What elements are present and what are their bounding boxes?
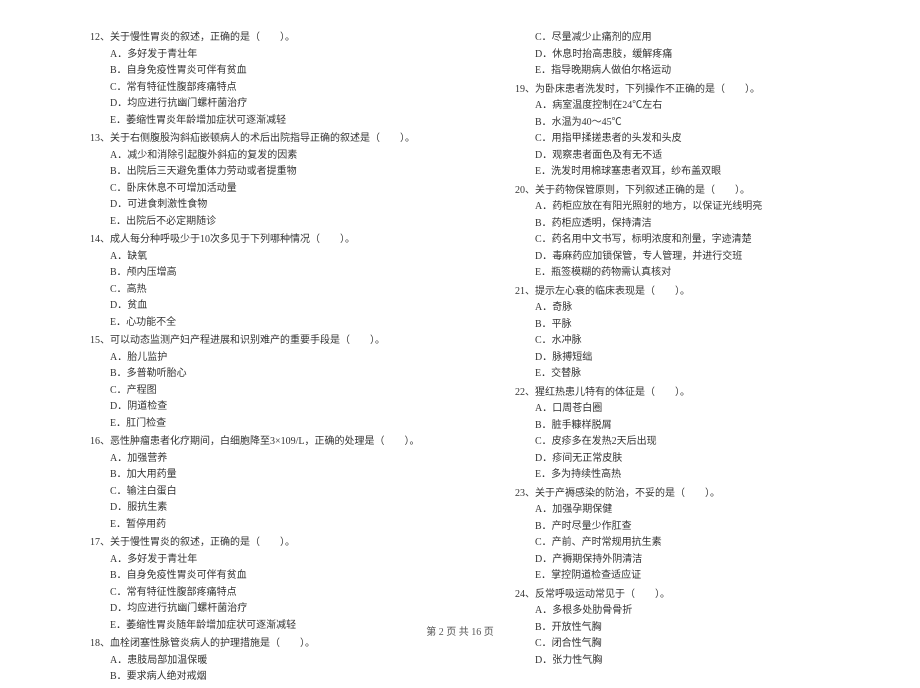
option-a: A．加强营养 xyxy=(90,451,435,468)
option-b: B．出院后三天避免重体力劳动或者提重物 xyxy=(90,164,435,181)
question-15: 15、可以动态监测产妇产程进展和识别难产的重要手段是（ ）。 A．胎儿监护 B．… xyxy=(90,333,435,432)
question-text: 16、恶性肿瘤患者化疗期间，白细胞降至3×109/L，正确的处理是（ ）。 xyxy=(90,434,435,451)
option-a: A．多好发于青壮年 xyxy=(90,552,435,569)
question-23: 23、关于产褥感染的防治，不妥的是（ ）。 A．加强孕期保健 B．产时尽量少作肛… xyxy=(515,486,860,585)
option-c: C．皮疹多在发热2天后出现 xyxy=(515,434,860,451)
right-column: C．尽量减少止痛剂的应用 D．休息时抬高患肢，缓解疼痛 E．指导晚期病人做伯尔格… xyxy=(515,30,860,688)
option-e: E．指导晚期病人做伯尔格运动 xyxy=(515,63,860,80)
question-13: 13、关于右侧腹股沟斜疝嵌顿病人的术后出院指导正确的叙述是（ ）。 A．减少和消… xyxy=(90,131,435,230)
option-d: D．毒麻药应加锁保管，专人管理，并进行交班 xyxy=(515,249,860,266)
option-d: D．张力性气胸 xyxy=(515,653,860,670)
option-e: E．交替脉 xyxy=(515,366,860,383)
question-text: 14、成人每分种呼吸少于10次多见于下列哪种情况（ ）。 xyxy=(90,232,435,249)
option-b: B．平脉 xyxy=(515,317,860,334)
option-d: D．均应进行抗幽门螺杆菌治疗 xyxy=(90,601,435,618)
question-17: 17、关于慢性胃炎的叙述，正确的是（ ）。 A．多好发于青壮年 B．自身免疫性胃… xyxy=(90,535,435,634)
option-e: E．肛门检查 xyxy=(90,416,435,433)
question-text: 17、关于慢性胃炎的叙述，正确的是（ ）。 xyxy=(90,535,435,552)
option-d: D．阴道检查 xyxy=(90,399,435,416)
option-c: C．高热 xyxy=(90,282,435,299)
option-e: E．心功能不全 xyxy=(90,315,435,332)
option-c: C．尽量减少止痛剂的应用 xyxy=(515,30,860,47)
option-e: E．瓶签模糊的药物需认真核对 xyxy=(515,265,860,282)
option-a: A．胎儿监护 xyxy=(90,350,435,367)
option-c: C．药名用中文书写，标明浓度和剂量，字迹清楚 xyxy=(515,232,860,249)
option-a: A．患肢局部加温保暖 xyxy=(90,653,435,670)
option-b: B．颅内压增高 xyxy=(90,265,435,282)
option-a: A．药柜应放在有阳光照射的地方，以保证光线明亮 xyxy=(515,199,860,216)
question-16: 16、恶性肿瘤患者化疗期间，白细胞降至3×109/L，正确的处理是（ ）。 A．… xyxy=(90,434,435,533)
option-a: A．减少和消除引起腹外斜疝的复发的因素 xyxy=(90,148,435,165)
option-c: C．闭合性气胸 xyxy=(515,636,860,653)
question-text: 18、血栓闭塞性脉管炎病人的护理措施是（ ）。 xyxy=(90,636,435,653)
option-e: E．萎缩性胃炎年龄增加症状可逐渐减轻 xyxy=(90,113,435,130)
option-a: A．多根多处肋骨骨折 xyxy=(515,603,860,620)
option-e: E．多为持续性高热 xyxy=(515,467,860,484)
option-e: E．洗发时用棉球塞患者双耳，纱布盖双眼 xyxy=(515,164,860,181)
question-20: 20、关于药物保管原则，下列叙述正确的是（ ）。 A．药柜应放在有阳光照射的地方… xyxy=(515,183,860,282)
option-c: C．用指甲揉搓患者的头发和头皮 xyxy=(515,131,860,148)
question-text: 24、反常呼吸运动常见于（ ）。 xyxy=(515,587,860,604)
option-a: A．多好发于青壮年 xyxy=(90,47,435,64)
option-d: D．可进食刺激性食物 xyxy=(90,197,435,214)
option-d: D．服抗生素 xyxy=(90,500,435,517)
option-b: B．产时尽量少作肛查 xyxy=(515,519,860,536)
option-a: A．病室温度控制在24℃左右 xyxy=(515,98,860,115)
option-c: C．输注白蛋白 xyxy=(90,484,435,501)
question-text: 23、关于产褥感染的防治，不妥的是（ ）。 xyxy=(515,486,860,503)
page-footer: 第 2 页 共 16 页 xyxy=(0,623,920,638)
left-column: 12、关于慢性胃炎的叙述，正确的是（ ）。 A．多好发于青壮年 B．自身免疫性胃… xyxy=(90,30,435,688)
option-b: B．自身免疫性胃炎可伴有贫血 xyxy=(90,63,435,80)
question-19: 19、为卧床患者洗发时，下列操作不正确的是（ ）。 A．病室温度控制在24℃左右… xyxy=(515,82,860,181)
question-21: 21、提示左心衰的临床表现是（ ）。 A．奇脉 B．平脉 C．水冲脉 D．脉搏短… xyxy=(515,284,860,383)
option-b: B．水温为40～45℃ xyxy=(515,115,860,132)
question-text: 15、可以动态监测产妇产程进展和识别难产的重要手段是（ ）。 xyxy=(90,333,435,350)
question-18-cont: C．尽量减少止痛剂的应用 D．休息时抬高患肢，缓解疼痛 E．指导晚期病人做伯尔格… xyxy=(515,30,860,80)
option-b: B．要求病人绝对戒烟 xyxy=(90,669,435,686)
option-b: B．多普勒听胎心 xyxy=(90,366,435,383)
option-b: B．脏手糠样脱屑 xyxy=(515,418,860,435)
option-a: A．加强孕期保健 xyxy=(515,502,860,519)
question-22: 22、猩红热患儿特有的体征是（ ）。 A．口周苍白圈 B．脏手糠样脱屑 C．皮疹… xyxy=(515,385,860,484)
question-text: 19、为卧床患者洗发时，下列操作不正确的是（ ）。 xyxy=(515,82,860,99)
option-d: D．休息时抬高患肢，缓解疼痛 xyxy=(515,47,860,64)
question-text: 22、猩红热患儿特有的体征是（ ）。 xyxy=(515,385,860,402)
option-c: C．产程图 xyxy=(90,383,435,400)
option-c: C．水冲脉 xyxy=(515,333,860,350)
option-c: C．产前、产时常规用抗生素 xyxy=(515,535,860,552)
question-12: 12、关于慢性胃炎的叙述，正确的是（ ）。 A．多好发于青壮年 B．自身免疫性胃… xyxy=(90,30,435,129)
option-b: B．加大用药量 xyxy=(90,467,435,484)
option-a: A．奇脉 xyxy=(515,300,860,317)
option-d: D．贫血 xyxy=(90,298,435,315)
option-e: E．掌控阴道检查适应证 xyxy=(515,568,860,585)
option-e: E．暂停用药 xyxy=(90,517,435,534)
question-text: 13、关于右侧腹股沟斜疝嵌顿病人的术后出院指导正确的叙述是（ ）。 xyxy=(90,131,435,148)
option-c: C．常有特征性腹部疼痛特点 xyxy=(90,585,435,602)
question-text: 12、关于慢性胃炎的叙述，正确的是（ ）。 xyxy=(90,30,435,47)
option-a: A．缺氧 xyxy=(90,249,435,266)
option-d: D．脉搏短绌 xyxy=(515,350,860,367)
option-b: B．药柜应透明，保持清洁 xyxy=(515,216,860,233)
option-d: D．疹间无正常皮肤 xyxy=(515,451,860,468)
option-e: E．出院后不必定期随诊 xyxy=(90,214,435,231)
question-18: 18、血栓闭塞性脉管炎病人的护理措施是（ ）。 A．患肢局部加温保暖 B．要求病… xyxy=(90,636,435,686)
option-b: B．自身免疫性胃炎可伴有贫血 xyxy=(90,568,435,585)
option-c: C．卧床休息不可增加活动量 xyxy=(90,181,435,198)
option-d: D．观察患者面色及有无不适 xyxy=(515,148,860,165)
question-text: 21、提示左心衰的临床表现是（ ）。 xyxy=(515,284,860,301)
question-text: 20、关于药物保管原则，下列叙述正确的是（ ）。 xyxy=(515,183,860,200)
exam-page: 12、关于慢性胃炎的叙述，正确的是（ ）。 A．多好发于青壮年 B．自身免疫性胃… xyxy=(0,0,920,688)
option-d: D．产褥期保持外阴清洁 xyxy=(515,552,860,569)
question-14: 14、成人每分种呼吸少于10次多见于下列哪种情况（ ）。 A．缺氧 B．颅内压增… xyxy=(90,232,435,331)
option-a: A．口周苍白圈 xyxy=(515,401,860,418)
option-d: D．均应进行抗幽门螺杆菌治疗 xyxy=(90,96,435,113)
option-c: C．常有特征性腹部疼痛特点 xyxy=(90,80,435,97)
